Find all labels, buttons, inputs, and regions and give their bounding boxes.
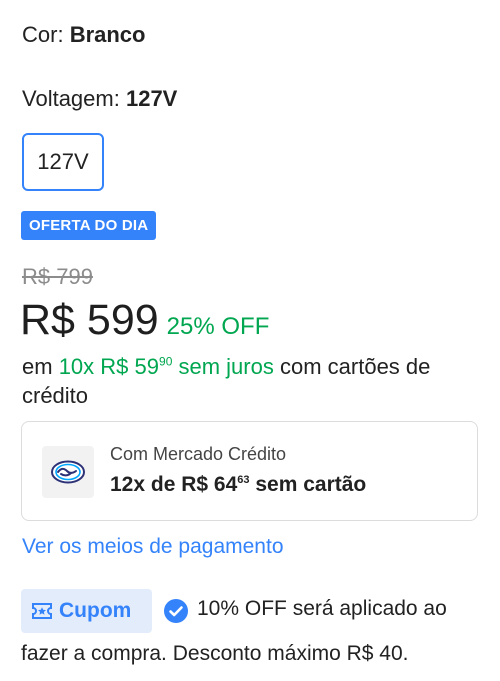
voltage-value: 127V xyxy=(125,86,178,111)
installments-count: 10x xyxy=(58,354,95,379)
coupon-description-line2: fazer a compra. Desconto máximo R$ 40. xyxy=(21,642,409,665)
check-circle-icon xyxy=(163,598,189,629)
installments-interest: sem juros xyxy=(178,354,274,379)
deal-of-day-badge: OFERTA DO DIA xyxy=(21,211,157,240)
current-price: R$ 599 xyxy=(20,296,159,344)
voltage-option-127v[interactable]: 127V xyxy=(22,133,104,191)
credit-cents: 63 xyxy=(237,474,250,486)
installments-prefix: em xyxy=(22,354,53,379)
price-line: R$ 599 25% OFF xyxy=(20,296,269,345)
credit-title: Com Mercado Crédito xyxy=(110,444,287,464)
installments-cents: 90 xyxy=(159,354,173,369)
credit-installments: 12x de R$ 6463 sem cartão xyxy=(110,473,367,496)
ticket-icon xyxy=(31,602,53,620)
installments-amount: R$ 5990 xyxy=(100,354,173,379)
voltage-label: Voltagem: xyxy=(22,86,120,111)
coupon-description-line1: 10% OFF será aplicado ao xyxy=(197,597,447,620)
color-value: Branco xyxy=(69,22,146,47)
discount-percent: 25% OFF xyxy=(166,313,270,340)
product-details: Cor: Branco Voltagem: 127V 127V OFERTA D… xyxy=(0,0,500,681)
payment-methods-link[interactable]: Ver os meios de pagamento xyxy=(22,535,284,559)
color-row: Cor: Branco xyxy=(22,22,145,48)
voltage-row: Voltagem: 127V xyxy=(22,86,177,112)
mercado-credito-card[interactable]: Com Mercado Crédito 12x de R$ 6463 sem c… xyxy=(21,421,478,521)
coupon-badge[interactable]: Cupom xyxy=(21,589,152,633)
installments-info: em 10x R$ 5990 sem juros com cartões de … xyxy=(22,352,482,410)
mercado-credito-logo-icon xyxy=(42,446,94,498)
original-price: R$ 799 xyxy=(22,264,93,289)
coupon-label: Cupom xyxy=(59,599,132,622)
color-label: Cor: xyxy=(22,22,64,47)
